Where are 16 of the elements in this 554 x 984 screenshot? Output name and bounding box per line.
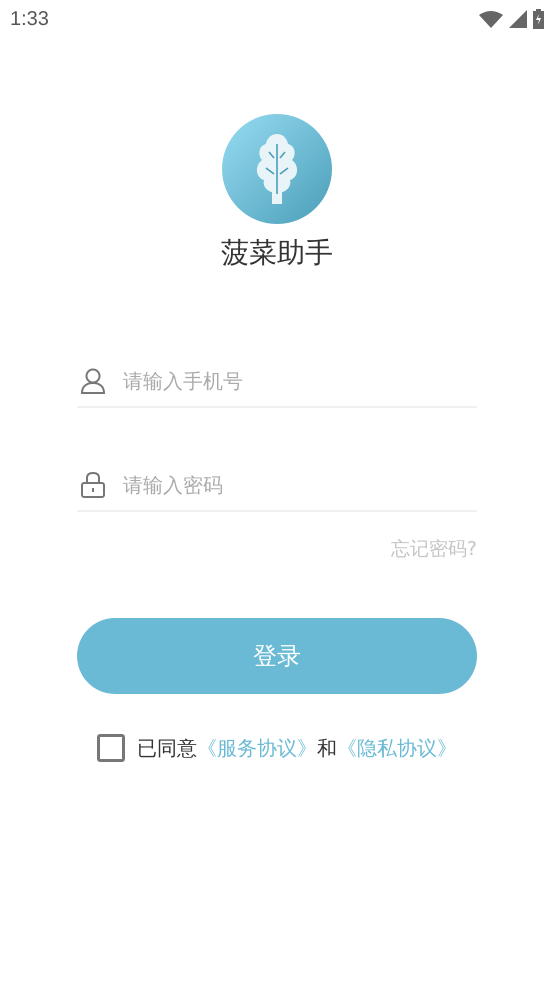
app-name: 菠菜助手 xyxy=(221,235,333,271)
agreement-checkbox[interactable] xyxy=(97,734,125,762)
phone-field[interactable]: 请输入手机号 xyxy=(121,368,477,394)
login-button[interactable]: 登录 xyxy=(77,618,477,694)
battery-icon xyxy=(533,9,544,29)
status-time: 1:33 xyxy=(10,8,49,30)
and-text: 和 xyxy=(317,734,337,762)
privacy-agreement-link[interactable]: 《隐私协议》 xyxy=(337,734,457,762)
lock-icon xyxy=(81,472,105,498)
user-icon xyxy=(81,368,105,394)
agreement-text: 已同意 xyxy=(137,734,197,762)
service-agreement-link[interactable]: 《服务协议》 xyxy=(197,734,317,762)
password-field[interactable]: 请输入密码 xyxy=(121,472,477,498)
signal-icon xyxy=(509,10,527,28)
wifi-icon xyxy=(479,10,503,28)
forgot-password-link[interactable]: 忘记密码? xyxy=(390,536,477,562)
